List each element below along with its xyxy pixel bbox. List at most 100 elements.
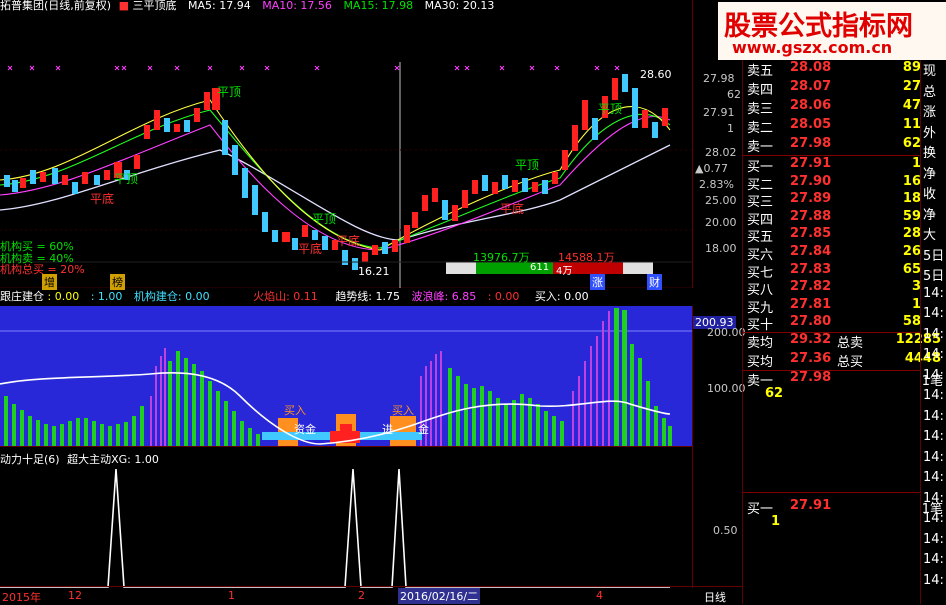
buy-price: 27.90: [790, 173, 832, 189]
buy-row[interactable]: 买二 27.90 16: [743, 174, 943, 193]
signal-label: 平底: [298, 242, 323, 256]
signal-label: 平底: [336, 234, 361, 248]
sell-level-label: 卖二: [747, 121, 774, 136]
sell-price: 28.05: [790, 117, 832, 132]
x-tick: 4: [596, 589, 603, 602]
cai-badge: 财: [647, 274, 662, 290]
buy-level-label: 买二: [747, 177, 774, 193]
strip-item: 净: [923, 166, 937, 182]
tick-vol-row: 1: [743, 514, 943, 533]
buy-price: 27.82: [790, 279, 832, 295]
buy-price: 27.83: [790, 261, 832, 277]
ind1-c: 机构建仓: 0.00: [133, 290, 210, 303]
strip-item: 14:: [923, 408, 944, 424]
sell-level-label: 卖一: [747, 140, 774, 155]
buy-price: 27.88: [790, 208, 832, 224]
axis-tick: 1: [727, 122, 734, 135]
strip-item: 14:: [923, 490, 944, 506]
sell-level-label: 卖五: [747, 64, 774, 79]
tick-price: 27.91: [790, 498, 832, 513]
sell-volume: 27: [902, 79, 921, 94]
fund-label: 进: [382, 423, 393, 436]
signal-label: 平顶: [598, 102, 623, 116]
axis-tick: 27.98: [703, 72, 735, 85]
ma5-value: MA5: 17.94: [188, 0, 251, 12]
period-selector[interactable]: 日线: [704, 589, 726, 605]
ma10-value: MA10: 17.56: [262, 0, 332, 12]
strip-item: 14:: [923, 306, 944, 321]
signal-label: 平顶: [114, 172, 139, 186]
buy-level-label: 买六: [747, 248, 774, 263]
buy-row[interactable]: 买三 27.89 18: [743, 191, 943, 210]
sell-row[interactable]: 卖二 28.05 11: [743, 117, 943, 136]
buy-row[interactable]: 买十 27.80 58: [743, 314, 943, 333]
ma15-value: MA15: 17.98: [343, 0, 414, 12]
axis-tick: ▲0.77: [695, 162, 728, 175]
buy-label: 买入: [284, 404, 306, 417]
strip-item: 涨: [923, 105, 937, 120]
sell-row[interactable]: 卖一 27.98 62: [743, 136, 943, 155]
buy-volume: 58: [902, 314, 921, 330]
buy-volume: 26: [902, 244, 921, 259]
buy-row[interactable]: 买九 27.81 1: [743, 297, 943, 316]
buy-level-label: 买五: [747, 230, 774, 246]
sell-row[interactable]: 卖五 28.08 89: [743, 60, 943, 79]
buy-row[interactable]: 买八 27.82 3: [743, 279, 943, 298]
fund-label: 资金: [294, 423, 316, 436]
buy-row[interactable]: 买六 27.84 26: [743, 244, 943, 263]
strip-item: 14:: [923, 388, 944, 403]
fund-label: 金: [418, 423, 429, 436]
main-chart[interactable]: 拓普集团(日线,前复权) ■ 三平顶底 MA5: 17.94 MA10: 17.…: [0, 0, 692, 290]
axis-tick: 28.02: [705, 146, 737, 159]
chart-header: 拓普集团(日线,前复权) ■ 三平顶底 MA5: 17.94 MA10: 17.…: [0, 0, 495, 12]
volume-mid-left: 611: [530, 262, 550, 273]
right-info-strip: 现总涨外换净收净大 5日 5日 14: 14: 14: 14: 14: 14: 14: 14: 14:…: [920, 60, 946, 604]
signal-label: 平底: [90, 192, 115, 206]
tick-vol-row: 62: [743, 386, 943, 405]
axis-tick: 2.83%: [699, 178, 734, 191]
buy-level-label: 买八: [747, 283, 774, 299]
sell-price: 28.06: [790, 98, 832, 113]
strip-item: 14:: [923, 326, 944, 342]
buy-price: 27.81: [790, 296, 832, 312]
axis-tick: 18.00: [705, 242, 737, 255]
strip-item: 5日: [923, 269, 945, 284]
strip-item: 大: [923, 228, 937, 243]
buy-row[interactable]: 买四 27.88 59: [743, 209, 943, 228]
axis-tick: 25.00: [705, 194, 737, 207]
x-axis: 2015年 12 1 2 2016/02/16/二 4 日线: [0, 586, 742, 605]
axis-tick: 100.00: [707, 382, 746, 395]
sell-price: 28.08: [790, 60, 832, 75]
buy-avg-row: 买均 27.36 总买 4448: [743, 351, 943, 370]
strip-item: 14:: [923, 470, 944, 485]
total-buy-label: 总买: [837, 355, 864, 370]
indicator1-header: 跟庄建仓 : 0.00 : 1.00 机构建仓: 0.00 火焰山: 0.11 …: [0, 288, 589, 306]
sell-avg-row: 卖均 29.32 总卖 12285: [743, 332, 943, 351]
buy-avg-label: 买均: [747, 355, 774, 370]
buy-label: 买入: [392, 404, 414, 417]
axis-tick: 20.00: [705, 216, 737, 229]
buy-row[interactable]: 买七 27.83 65: [743, 262, 943, 281]
buy-volume: 65: [902, 261, 921, 277]
buy-row[interactable]: 买五 27.85 28: [743, 226, 943, 245]
ind1-a: 跟庄建仓: [0, 290, 44, 303]
sell-avg-label: 卖均: [747, 336, 774, 351]
indicator1-svg: [0, 308, 692, 446]
sell-level-label: 卖四: [747, 83, 774, 98]
buy-level-label: 买九: [747, 300, 774, 316]
low-price-label: 16.21: [358, 265, 390, 278]
ma30-value: MA30: 20.13: [424, 0, 495, 12]
sell-row[interactable]: 卖三 28.06 47: [743, 98, 943, 117]
x-tick: 1: [228, 589, 235, 602]
strip-item: 外: [923, 125, 937, 141]
ind1-e: 趋势线: 1.75: [335, 290, 401, 303]
ind1-g: : 0.00: [487, 290, 520, 303]
buy-row[interactable]: 买一 27.91 1: [743, 156, 943, 175]
sell-row[interactable]: 卖四 28.07 27: [743, 79, 943, 98]
indicator2-axis: 0.50: [692, 446, 743, 588]
indicator1-chart[interactable]: 买入 买入 资金 进 金: [0, 306, 692, 446]
tick-price: 27.98: [790, 370, 832, 385]
strip-item: 14:: [923, 347, 944, 362]
buy-volume: 18: [902, 191, 921, 207]
indicator2-chart[interactable]: [0, 446, 692, 589]
